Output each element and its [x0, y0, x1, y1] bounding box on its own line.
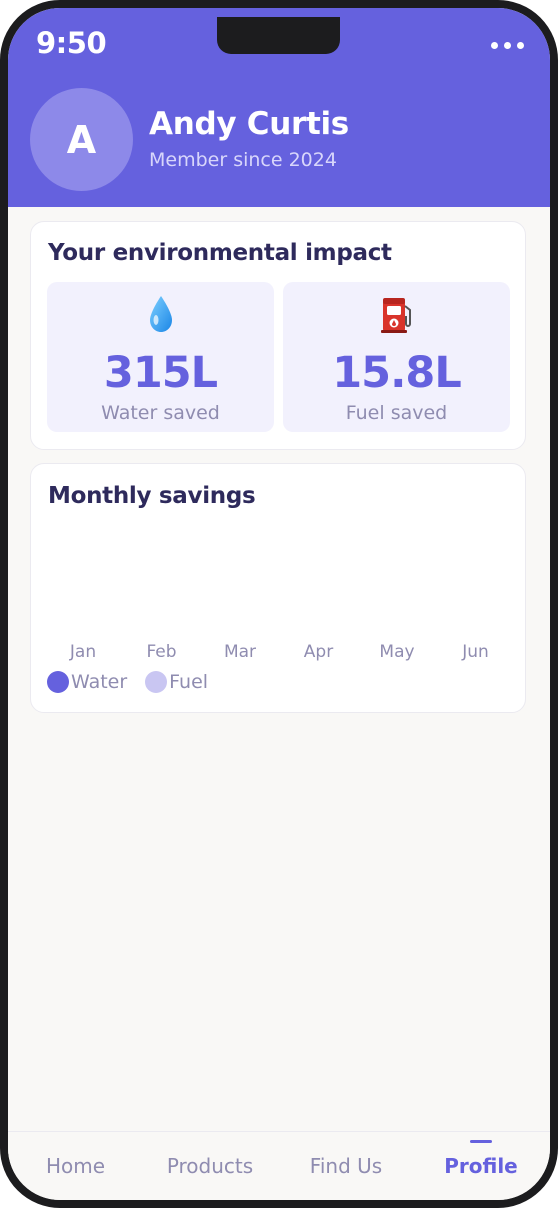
camera-notch [217, 17, 340, 54]
avatar[interactable]: A [30, 88, 133, 191]
month-label-jun: Jun [462, 642, 489, 662]
legend-dot-water [47, 671, 69, 693]
tab-products-label: Products [166, 1154, 254, 1178]
environmental-impact-card: Your environmental impact 315L Water sav… [30, 221, 526, 450]
tab-find-us-label: Find Us [309, 1154, 383, 1178]
avatar-initial: A [66, 117, 97, 162]
month-label-jan: Jan [69, 642, 97, 662]
tab-home[interactable]: Home [28, 1132, 123, 1200]
savings-title: Monthly savings [48, 483, 256, 509]
fuel-saved-value: 15.8L [332, 348, 462, 398]
month-label-feb: Feb [146, 642, 177, 662]
impact-title: Your environmental impact [48, 240, 392, 266]
legend-item-water: Water [47, 671, 127, 693]
water-saved-value: 315L [103, 348, 218, 398]
tab-products[interactable]: Products [150, 1132, 270, 1200]
legend-label-water: Water [71, 671, 128, 693]
phone-frame: 9:50 A Andy Curtis Member since 2024 You… [0, 0, 558, 1208]
member-since: Member since 2024 [149, 149, 337, 171]
fuel-saved-stat: 15.8L Fuel saved [283, 282, 510, 432]
savings-chart [47, 524, 509, 639]
month-label-mar: Mar [223, 642, 257, 662]
monthly-savings-card: Monthly savings Jan Feb Mar Apr May Jun Water… [30, 463, 526, 713]
bottom-tab-bar: Home Products Find Us Profile [8, 1131, 550, 1200]
active-tab-indicator [470, 1140, 492, 1143]
legend-item-fuel: Fuel [145, 671, 208, 693]
tab-profile[interactable]: Profile [428, 1132, 534, 1200]
chart-legend: Water Fuel [47, 671, 226, 693]
tab-profile-label: Profile [444, 1154, 518, 1178]
fuel-saved-label: Fuel saved [345, 402, 448, 424]
month-label-may: May [379, 642, 415, 662]
status-time: 9:50 [36, 26, 107, 60]
month-label-apr: Apr [303, 642, 334, 662]
water-saved-label: Water saved [101, 402, 220, 424]
more-options-icon[interactable] [491, 42, 524, 49]
fuel-pump-icon [283, 294, 510, 334]
legend-dot-fuel [145, 671, 168, 693]
water-drop-icon [47, 294, 274, 334]
user-name: Andy Curtis [149, 106, 349, 142]
tab-find-us[interactable]: Find Us [294, 1132, 398, 1200]
legend-label-fuel: Fuel [169, 671, 209, 693]
tab-home-label: Home [45, 1154, 106, 1178]
water-saved-stat: 315L Water saved [47, 282, 274, 432]
